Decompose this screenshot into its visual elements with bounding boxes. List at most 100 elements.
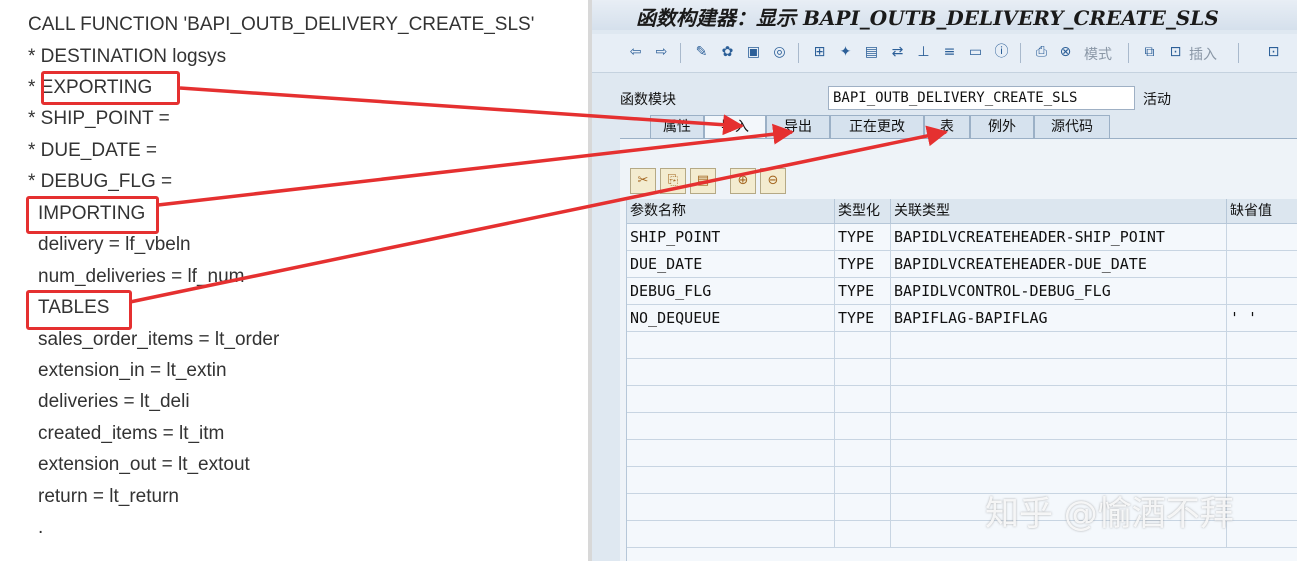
code-line: extension_out = lt_extout (38, 454, 250, 475)
delete-row-icon[interactable]: ⊖ (760, 168, 786, 194)
cell-typing[interactable]: TYPE (835, 305, 891, 332)
empty-cell[interactable] (627, 413, 835, 440)
copy-icon[interactable]: ⎘ (660, 168, 686, 194)
empty-cell[interactable] (627, 467, 835, 494)
window-icon[interactable]: ▭ (966, 43, 985, 62)
empty-cell[interactable] (835, 521, 891, 548)
hierarchy-icon[interactable]: ⊥ (914, 43, 933, 62)
tab-import[interactable]: 导入 (704, 115, 766, 138)
pattern-icon[interactable]: ⊗ (1056, 43, 1075, 62)
exporting-highlight-box (41, 71, 180, 105)
window-title: 函数构建器：显示 BAPI_OUTB_DELIVERY_CREATE_SLS (636, 6, 1219, 30)
empty-cell[interactable] (1227, 413, 1297, 440)
empty-cell[interactable] (835, 467, 891, 494)
toolbar-separator (1020, 43, 1021, 63)
empty-cell[interactable] (1227, 386, 1297, 413)
display-object-list-icon[interactable]: ▤ (862, 43, 881, 62)
code-line: CALL FUNCTION 'BAPI_OUTB_DELIVERY_CREATE… (28, 14, 535, 35)
empty-cell[interactable] (627, 440, 835, 467)
empty-cell[interactable] (835, 413, 891, 440)
empty-cell[interactable] (1227, 467, 1297, 494)
cell-associated-type[interactable]: BAPIDLVCONTROL-DEBUG_FLG (891, 278, 1227, 305)
cell-parameter-name[interactable]: SHIP_POINT (627, 224, 835, 251)
tab-attributes[interactable]: 属性 (650, 115, 704, 138)
cell-default-value[interactable] (1227, 278, 1297, 305)
tab-tables[interactable]: 表 (924, 115, 970, 138)
empty-cell[interactable] (627, 359, 835, 386)
tab-exceptions[interactable]: 例外 (970, 115, 1034, 138)
empty-cell[interactable] (1227, 521, 1297, 548)
replace-icon[interactable]: ⊡ (1264, 43, 1283, 62)
empty-cell[interactable] (627, 386, 835, 413)
code-snippet-pane: CALL FUNCTION 'BAPI_OUTB_DELIVERY_CREATE… (0, 0, 588, 561)
other-object-icon[interactable]: ✿ (718, 43, 737, 62)
empty-cell[interactable] (627, 332, 835, 359)
empty-cell[interactable] (835, 494, 891, 521)
code-line: return = lt_return (38, 486, 179, 507)
cell-default-value[interactable] (1227, 224, 1297, 251)
empty-cell[interactable] (835, 359, 891, 386)
empty-cell[interactable] (627, 494, 835, 521)
empty-cell[interactable] (891, 413, 1227, 440)
cell-default-value[interactable] (1227, 251, 1297, 278)
cell-associated-type[interactable]: BAPIDLVCREATEHEADER-SHIP_POINT (891, 224, 1227, 251)
tab-source-code[interactable]: 源代码 (1034, 115, 1110, 138)
code-line: . (38, 517, 44, 538)
activate-icon[interactable]: ◎ (770, 43, 789, 62)
check-icon[interactable]: ▣ (744, 43, 763, 62)
stack-icon[interactable]: ≡ (940, 43, 959, 62)
empty-cell[interactable] (891, 440, 1227, 467)
tables-highlight-box (26, 290, 132, 330)
cell-default-value[interactable]: ' ' (1227, 305, 1297, 332)
empty-cell[interactable] (891, 386, 1227, 413)
empty-cell[interactable] (1227, 332, 1297, 359)
tab-export[interactable]: 导出 (766, 115, 830, 138)
code-line: extension_in = lt_extin (38, 360, 227, 381)
where-used-icon[interactable]: ⊞ (810, 43, 829, 62)
test-icon[interactable]: ✦ (836, 43, 855, 62)
empty-cell[interactable] (1227, 359, 1297, 386)
paste-icon[interactable]: ▤ (690, 168, 716, 194)
empty-cell[interactable] (1227, 494, 1297, 521)
mode-button[interactable]: 模式 (1084, 44, 1112, 64)
column-header-parameter-name: 参数名称 (627, 199, 835, 224)
empty-cell[interactable] (835, 386, 891, 413)
cell-parameter-name[interactable]: DUE_DATE (627, 251, 835, 278)
cell-typing[interactable]: TYPE (835, 278, 891, 305)
cell-associated-type[interactable]: BAPIDLVCREATEHEADER-DUE_DATE (891, 251, 1227, 278)
sap-function-builder: 函数构建器：显示 BAPI_OUTB_DELIVERY_CREATE_SLS ⇦… (592, 0, 1297, 561)
forward-arrow-icon[interactable]: ⇨ (652, 43, 671, 62)
tab-changing[interactable]: 正在更改 (830, 115, 924, 138)
cell-typing[interactable]: TYPE (835, 251, 891, 278)
cell-parameter-name[interactable]: NO_DEQUEUE (627, 305, 835, 332)
navigation-icon[interactable]: ⇄ (888, 43, 907, 62)
back-arrow-icon[interactable]: ⇦ (626, 43, 645, 62)
insert-button[interactable]: 插入 (1189, 44, 1217, 64)
empty-cell[interactable] (835, 332, 891, 359)
pretty-printer-icon[interactable]: ⧉ (1140, 43, 1159, 62)
column-header-default-value: 缺省值 (1227, 199, 1297, 224)
code-line: created_items = lt_itm (38, 423, 225, 444)
column-header-associated-type: 关联类型 (891, 199, 1227, 224)
toolbar-separator (1238, 43, 1239, 63)
window-title-bar: 函数构建器：显示 BAPI_OUTB_DELIVERY_CREATE_SLS (592, 0, 1297, 30)
empty-cell[interactable] (1227, 440, 1297, 467)
empty-cell[interactable] (835, 440, 891, 467)
insert-row-icon[interactable]: ⊕ (730, 168, 756, 194)
insert-icon[interactable]: ⊡ (1166, 43, 1185, 62)
column-header-typing: 类型化 (835, 199, 891, 224)
activation-status: 活动 (1143, 92, 1171, 108)
display-change-icon[interactable]: ✎ (692, 43, 711, 62)
empty-cell[interactable] (891, 332, 1227, 359)
empty-cell[interactable] (891, 359, 1227, 386)
function-module-field[interactable]: BAPI_OUTB_DELIVERY_CREATE_SLS (828, 86, 1135, 110)
cell-typing[interactable]: TYPE (835, 224, 891, 251)
print-icon[interactable]: ⎙ (1032, 43, 1051, 62)
code-line: delivery = lf_vbeln (38, 234, 191, 255)
code-line: sales_order_items = lt_order (38, 329, 280, 350)
info-icon[interactable]: ⓘ (992, 43, 1011, 62)
empty-cell[interactable] (627, 521, 835, 548)
cut-icon[interactable]: ✂ (630, 168, 656, 194)
cell-associated-type[interactable]: BAPIFLAG-BAPIFLAG (891, 305, 1227, 332)
cell-parameter-name[interactable]: DEBUG_FLG (627, 278, 835, 305)
